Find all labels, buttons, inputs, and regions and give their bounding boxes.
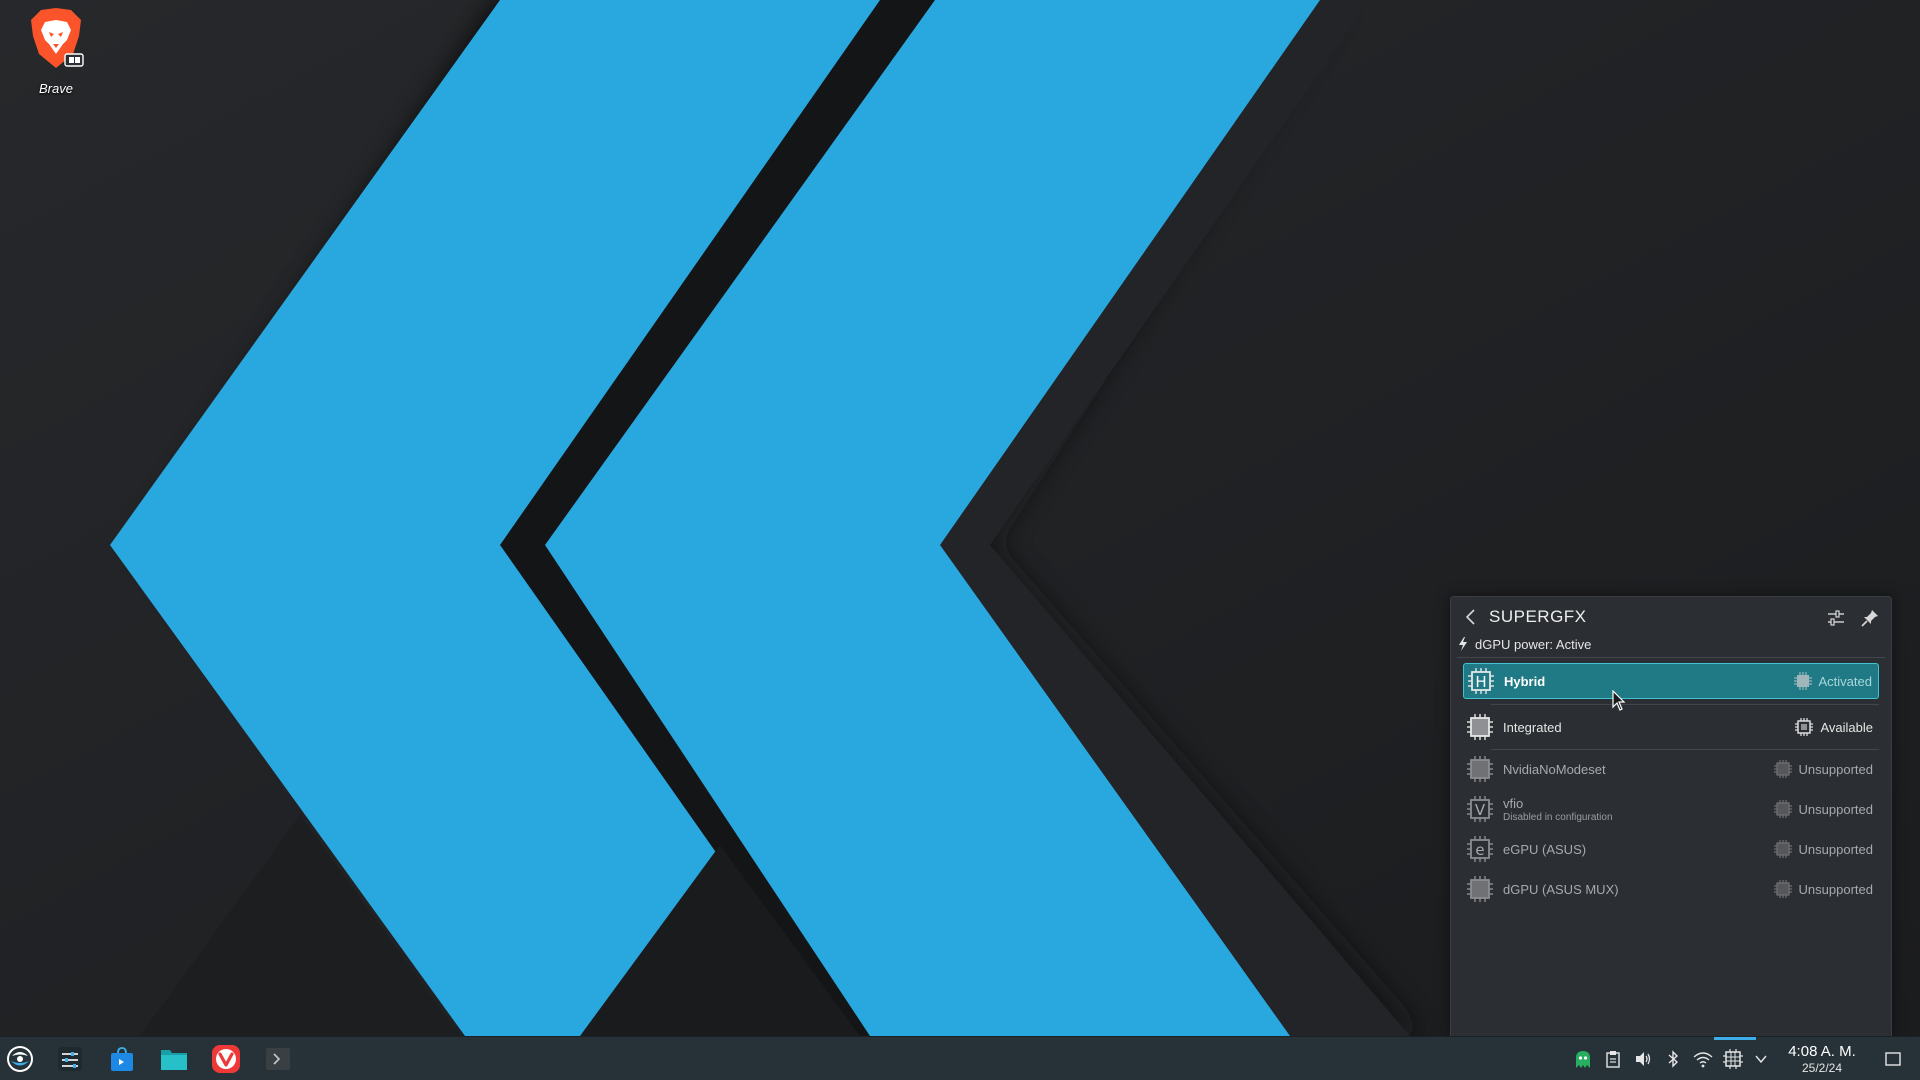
desktop: Brave SUPERGFX dGPU power: Active H Hybr… [0, 0, 1920, 1080]
clock-date: 25/2/24 [1801, 1061, 1843, 1075]
app-launcher[interactable] [2, 1043, 38, 1075]
tray-ghost[interactable] [1572, 1049, 1594, 1069]
settings-sliders-icon [58, 1047, 82, 1071]
divider [1491, 749, 1879, 750]
vivaldi-browser[interactable] [208, 1043, 244, 1075]
discover-store[interactable] [104, 1043, 140, 1075]
clipboard-icon [1606, 1051, 1620, 1068]
mode-status: Activated [1793, 671, 1872, 691]
tray-volume[interactable] [1632, 1049, 1654, 1069]
chip-icon [1465, 874, 1495, 904]
mode-name: eGPU (ASUS) [1503, 841, 1587, 857]
popup-title: SUPERGFX [1489, 607, 1587, 626]
back-button[interactable] [1461, 607, 1481, 627]
clock-time: 4:08 A. M. [1788, 1043, 1856, 1060]
volume-icon [1636, 1052, 1651, 1066]
tray-wifi[interactable] [1692, 1049, 1714, 1069]
mode-row-egpu[interactable]: e eGPU (ASUS) Unsupported [1463, 831, 1879, 867]
mode-name: Integrated [1503, 719, 1562, 735]
chip-h-icon: H [1466, 666, 1496, 696]
chip-e-icon: e [1465, 834, 1495, 864]
shopping-bag-icon [111, 1047, 133, 1071]
mode-row-nvidianomodeset[interactable]: NvidiaNoModeset Unsupported [1463, 751, 1879, 787]
mode-name: dGPU (ASUS MUX) [1503, 881, 1619, 897]
mode-status: Unsupported [1773, 839, 1873, 859]
chip-small-icon [1773, 760, 1792, 778]
chip-small-icon [1795, 718, 1814, 736]
svg-text:V: V [1475, 801, 1486, 819]
wifi-icon [1693, 1052, 1713, 1068]
chip-icon [1465, 754, 1495, 784]
mode-status: Available [1794, 717, 1873, 737]
chip-small-icon [1773, 880, 1792, 898]
chevron-left-icon [1465, 609, 1475, 625]
mode-row-integrated[interactable]: Integrated Available [1463, 709, 1879, 745]
tray-bluetooth[interactable] [1662, 1049, 1684, 1069]
popup-header: SUPERGFX [1451, 597, 1891, 637]
pin-icon [1861, 610, 1878, 627]
mode-name: Hybrid [1504, 673, 1546, 689]
desktop-icon-brave[interactable]: Brave [22, 6, 90, 96]
show-desktop-button[interactable] [1882, 1049, 1904, 1069]
configure-button[interactable] [1825, 607, 1847, 629]
tray-clipboard[interactable] [1602, 1049, 1624, 1069]
mouse-cursor [1612, 690, 1626, 711]
mode-name: NvidiaNoModeset [1503, 761, 1606, 777]
active-indicator [1714, 1037, 1756, 1040]
mode-status: Unsupported [1773, 879, 1873, 899]
mode-status-label: Activated [1818, 673, 1872, 689]
system-settings[interactable] [52, 1043, 88, 1075]
mode-subtitle: Disabled in configuration [1503, 811, 1613, 823]
mode-row-hybrid[interactable]: H Hybrid Activated [1463, 663, 1879, 699]
chip-small-icon [1773, 800, 1792, 818]
mode-row-vfio[interactable]: V vfio Disabled in configuration Unsuppo… [1463, 791, 1879, 827]
tray-supergfx[interactable] [1722, 1049, 1744, 1069]
dgpu-power-label: dGPU power: Active [1475, 636, 1592, 652]
mode-row-dgpu-mux[interactable]: dGPU (ASUS MUX) Unsupported [1463, 871, 1879, 907]
svg-text:H: H [1475, 673, 1486, 691]
bluetooth-icon [1668, 1050, 1679, 1068]
dgpu-power-status: dGPU power: Active [1457, 635, 1591, 653]
mode-status-label: Available [1820, 719, 1873, 735]
desktop-icon-label: Brave [39, 81, 73, 96]
taskbar: 4:08 A. M. 25/2/24 [0, 1036, 1920, 1080]
sliders-icon [1828, 610, 1844, 626]
mode-status-label: Unsupported [1798, 881, 1873, 897]
chip-v-icon: V [1465, 794, 1495, 824]
svg-text:e: e [1475, 841, 1484, 859]
terminal-icon [266, 1048, 290, 1070]
app-launcher-icon [7, 1046, 33, 1072]
vivaldi-icon [212, 1045, 240, 1073]
mode-status-label: Unsupported [1798, 761, 1873, 777]
brave-icon [31, 8, 84, 68]
folder-icon [161, 1050, 187, 1070]
mode-name: vfio [1503, 795, 1524, 811]
mode-status: Unsupported [1773, 759, 1873, 779]
chip-icon [1465, 712, 1495, 742]
show-desktop-icon [1885, 1052, 1901, 1066]
terminal[interactable] [260, 1043, 296, 1075]
mode-status-label: Unsupported [1798, 801, 1873, 817]
lightning-icon [1459, 637, 1467, 651]
mode-status: Unsupported [1773, 799, 1873, 819]
pin-button[interactable] [1859, 607, 1881, 629]
supergfx-popup: SUPERGFX dGPU power: Active H Hybrid Act… [1450, 596, 1892, 1037]
mode-status-label: Unsupported [1798, 841, 1873, 857]
digital-clock[interactable]: 4:08 A. M. 25/2/24 [1776, 1043, 1868, 1075]
divider [1457, 657, 1885, 658]
chip-small-icon [1773, 840, 1792, 858]
gpu-chip-icon [1723, 1049, 1743, 1069]
ghost-icon [1576, 1051, 1590, 1068]
divider [1491, 704, 1879, 705]
file-manager[interactable] [156, 1043, 192, 1075]
chip-small-icon [1793, 672, 1812, 690]
tray-expand[interactable] [1750, 1049, 1772, 1069]
chevron-down-icon [1755, 1055, 1767, 1064]
